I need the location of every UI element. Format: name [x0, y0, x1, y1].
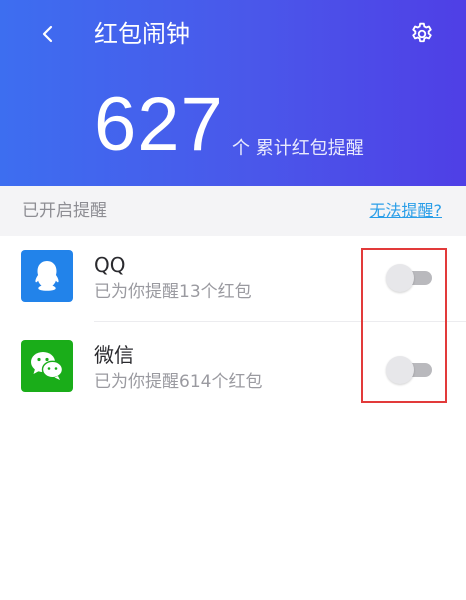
reminder-count-label: 个 累计红包提醒 [232, 138, 364, 159]
section-header: 已开启提醒 无法提醒? [0, 186, 466, 236]
qq-icon [21, 250, 73, 302]
settings-button[interactable] [404, 16, 440, 52]
app-reminder-count: 已为你提醒13个红包 [94, 282, 252, 302]
cannot-remind-link[interactable]: 无法提醒? [370, 198, 443, 224]
wechat-reminder-toggle[interactable] [386, 354, 434, 384]
gear-icon [412, 22, 432, 43]
app-name: 微信 [94, 343, 134, 367]
app-reminder-count: 已为你提醒614个红包 [94, 372, 263, 392]
section-title: 已开启提醒 [22, 201, 107, 221]
toggle-thumb [386, 264, 414, 292]
app-name: QQ [94, 253, 126, 277]
qq-reminder-toggle[interactable] [386, 262, 434, 292]
toggle-thumb [386, 356, 414, 384]
list-item-wechat: 微信 已为你提醒614个红包 [0, 322, 466, 408]
reminder-count: 627 [94, 82, 224, 167]
list-item-qq: QQ 已为你提醒13个红包 [0, 236, 466, 322]
wechat-icon [21, 340, 73, 392]
back-button[interactable] [30, 16, 66, 52]
chevron-left-icon [42, 25, 53, 43]
page-title: 红包闹钟 [94, 20, 190, 48]
app-header: 红包闹钟 627 个 累计红包提醒 [0, 0, 466, 186]
